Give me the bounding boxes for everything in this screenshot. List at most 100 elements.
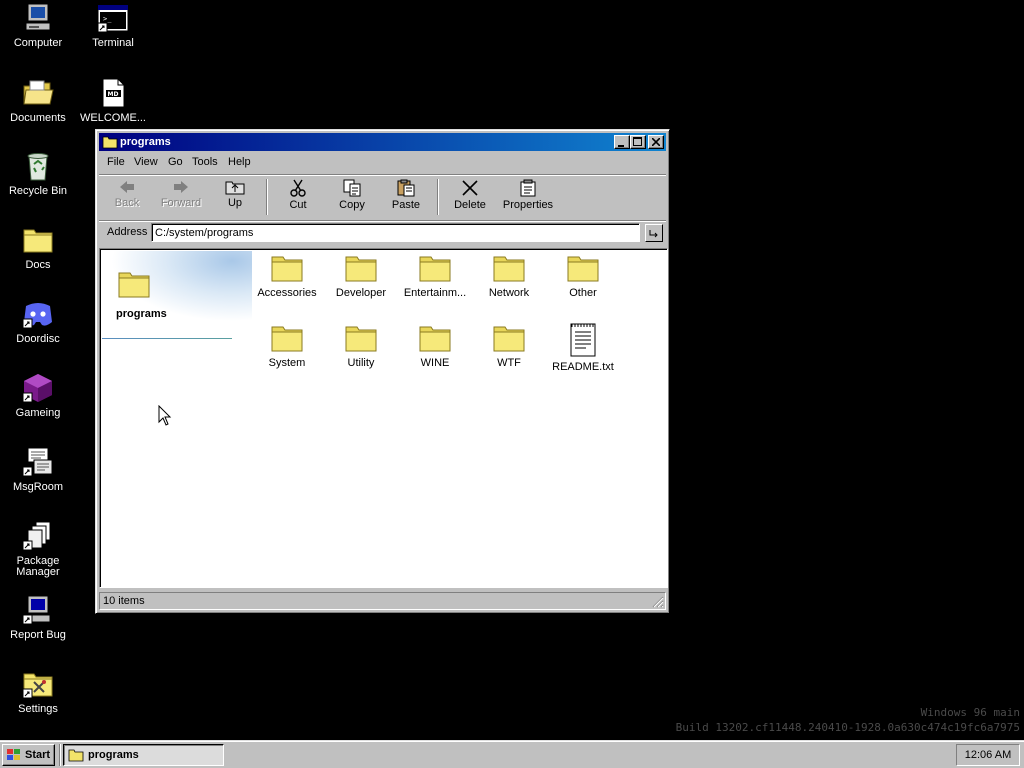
- file-item-label: README.txt: [552, 361, 614, 373]
- maximize-icon: [633, 137, 642, 146]
- file-item[interactable]: Other: [546, 253, 620, 299]
- delete-x-icon: [462, 180, 478, 196]
- file-item[interactable]: Accessories: [250, 253, 324, 299]
- open-folder-icon: [23, 80, 54, 105]
- menu-help[interactable]: Help: [228, 156, 251, 168]
- forward-label: Forward: [160, 197, 202, 209]
- back-label: Back: [114, 197, 140, 209]
- desktop-icon-documents[interactable]: Documents: [0, 77, 76, 124]
- delete-button[interactable]: Delete: [444, 175, 496, 219]
- desktop-icon-docs[interactable]: Docs: [0, 224, 76, 271]
- file-item-label: Entertainm...: [403, 287, 467, 299]
- address-label: Address: [107, 226, 148, 238]
- up-label: Up: [227, 197, 243, 209]
- desktop-icon-recycle-bin[interactable]: Recycle Bin: [0, 150, 76, 197]
- address-bar: Address: [99, 222, 666, 244]
- menu-tools[interactable]: Tools: [192, 156, 218, 168]
- file-item[interactable]: WTF: [472, 323, 546, 369]
- taskbar-item-label: programs: [88, 749, 139, 761]
- menu-file[interactable]: File: [107, 156, 125, 168]
- recycle-bin-icon: [27, 153, 49, 181]
- terminal-icon: >_: [97, 4, 129, 33]
- message-room-icon: [22, 447, 53, 477]
- desktop-icon-gameing[interactable]: Gameing: [0, 372, 76, 419]
- desktop-icon-label: WELCOME...: [79, 112, 146, 124]
- properties-button[interactable]: Properties: [498, 175, 558, 219]
- desktop-icon-label: Computer: [13, 37, 63, 49]
- file-item-label: System: [268, 357, 306, 369]
- file-item[interactable]: WINE: [398, 323, 472, 369]
- file-item-label: Utility: [347, 357, 375, 369]
- file-item[interactable]: Utility: [324, 323, 398, 369]
- folder-icon: [23, 229, 53, 253]
- forward-button[interactable]: Forward: [155, 175, 207, 219]
- start-label: Start: [25, 749, 51, 761]
- paste-button[interactable]: Paste: [380, 175, 432, 219]
- file-item[interactable]: README.txt: [546, 323, 620, 373]
- maximize-button[interactable]: [630, 135, 646, 149]
- desktop-icon-welcome[interactable]: MD WELCOME...: [75, 77, 151, 124]
- up-folder-icon: [225, 181, 245, 195]
- desktop-icon-label: Gameing: [15, 407, 61, 419]
- taskbar-item-programs[interactable]: programs: [63, 744, 224, 766]
- markdown-file-icon: MD: [102, 78, 125, 108]
- up-button[interactable]: Up: [209, 175, 261, 219]
- folder-icon: [493, 326, 525, 352]
- desktop-icon-label: Terminal: [92, 37, 134, 49]
- status-bar: 10 items: [99, 592, 666, 610]
- menu-go[interactable]: Go: [168, 156, 183, 168]
- system-tray-clock[interactable]: 12:06 AM: [956, 744, 1020, 766]
- delete-label: Delete: [454, 199, 486, 211]
- desktop-icon-msgroom[interactable]: MsgRoom: [0, 446, 76, 493]
- build-watermark-line1: Windows 96 main: [920, 706, 1020, 719]
- desktop-icon-doordisc[interactable]: Doordisc: [0, 298, 76, 345]
- desktop-icon-label: Settings: [18, 703, 58, 715]
- desktop-icon-computer[interactable]: Computer: [0, 2, 76, 49]
- folder-icon: [102, 136, 118, 149]
- chat-app-icon: [22, 303, 52, 329]
- file-item-label: Network: [488, 287, 530, 299]
- desktop-icon-terminal[interactable]: >_ Terminal: [75, 2, 151, 49]
- file-view[interactable]: programs Accessories Developer Entertainm.…: [99, 248, 668, 588]
- folder-icon: [345, 256, 377, 282]
- paste-label: Paste: [391, 199, 421, 211]
- side-panel: programs: [102, 251, 252, 391]
- windows-logo-icon: [7, 749, 20, 760]
- side-panel-divider: [102, 338, 232, 339]
- desktop-icon-settings[interactable]: Settings: [0, 668, 76, 715]
- explorer-window[interactable]: programs File View Go Tools Help Back Fo…: [95, 129, 670, 614]
- window-titlebar[interactable]: programs: [99, 133, 666, 151]
- file-item-label: WINE: [420, 357, 450, 369]
- desktop-icon-report-bug[interactable]: Report Bug: [0, 594, 76, 641]
- start-button[interactable]: Start: [2, 744, 55, 766]
- report-bug-icon: [22, 595, 51, 625]
- address-go-button[interactable]: [645, 224, 663, 242]
- menu-bar: File View Go Tools Help: [99, 153, 666, 172]
- window-title: programs: [120, 136, 171, 148]
- file-badge: MD: [108, 91, 119, 98]
- minimize-button[interactable]: [614, 135, 630, 149]
- cut-label: Cut: [289, 199, 307, 211]
- paste-icon: [397, 179, 415, 197]
- folder-icon: [118, 272, 150, 298]
- file-item-label: Developer: [335, 287, 387, 299]
- desktop-icon-label: Recycle Bin: [8, 185, 68, 197]
- close-button[interactable]: [648, 135, 664, 149]
- taskbar-separator: [59, 744, 61, 766]
- minimize-icon: [618, 145, 624, 147]
- desktop-icon-label: Report Bug: [10, 629, 66, 641]
- resize-grip-icon[interactable]: [652, 596, 664, 608]
- cut-button[interactable]: Cut: [272, 175, 324, 219]
- folder-icon: [345, 326, 377, 352]
- desktop-icon-label: Doordisc: [16, 333, 60, 345]
- menu-view[interactable]: View: [134, 156, 158, 168]
- copy-label: Copy: [339, 199, 365, 211]
- file-item[interactable]: Entertainm...: [398, 253, 472, 299]
- file-item[interactable]: Network: [472, 253, 546, 299]
- address-input[interactable]: [151, 223, 640, 242]
- copy-button[interactable]: Copy: [326, 175, 378, 219]
- back-button[interactable]: Back: [101, 175, 153, 219]
- file-item[interactable]: System: [250, 323, 324, 369]
- desktop-icon-package-manager[interactable]: Package Manager: [0, 520, 76, 578]
- file-item[interactable]: Developer: [324, 253, 398, 299]
